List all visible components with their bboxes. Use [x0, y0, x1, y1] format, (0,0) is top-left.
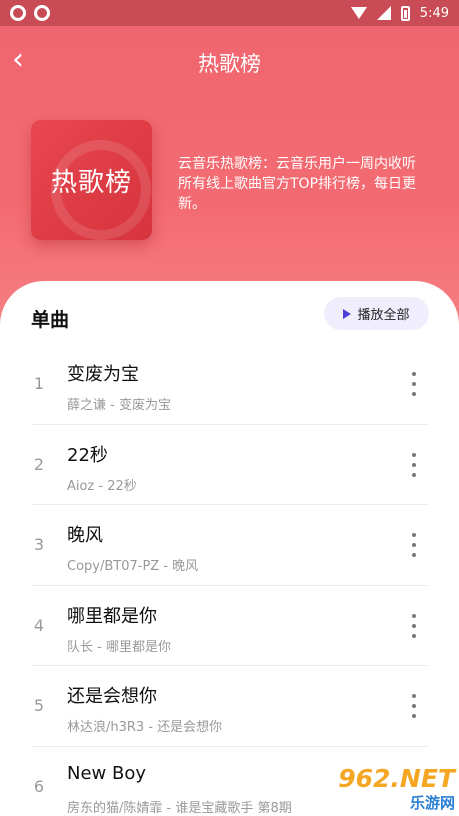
- song-artist: 队长 - 哪里都是你: [67, 639, 171, 655]
- watermark-bottom: 乐游网: [409, 794, 455, 812]
- song-title: 晚风: [67, 525, 103, 546]
- wifi-icon: [350, 7, 367, 19]
- song-row[interactable]: 2 22秒 Aioz - 22秒: [0, 425, 459, 506]
- song-rank: 3: [33, 535, 45, 554]
- cover-text: 热歌榜: [50, 167, 132, 198]
- song-artist: 林达浪/h3R3 - 还是会想你: [67, 720, 223, 735]
- song-title: 哪里都是你: [67, 605, 157, 627]
- watermark-top: 962.NET: [338, 764, 455, 793]
- song-row[interactable]: 3 晚风 Copy/BT07-PZ - 晚风: [0, 505, 459, 586]
- play-all-button[interactable]: 播放全部: [324, 297, 429, 330]
- song-artist: Copy/BT07-PZ - 晚风: [67, 559, 199, 574]
- song-rank: 5: [33, 696, 45, 715]
- more-icon[interactable]: [406, 613, 422, 638]
- play-all-label: 播放全部: [357, 308, 410, 323]
- playlist-description: 云音乐热歌榜：云音乐用户一周内收听所有线上歌曲官方TOP排行榜，每日更新。: [178, 156, 417, 212]
- song-title: 22秒: [67, 444, 108, 466]
- song-rank: 4: [33, 615, 45, 635]
- status-time: 5:49: [419, 5, 449, 21]
- song-panel: 单曲 播放全部 1 变废为宝 薛之谦 - 变废为宝 2 22秒 Aioz - 2…: [0, 281, 459, 816]
- song-list: 1 变废为宝 薛之谦 - 变废为宝 2 22秒 Aioz - 22秒 3 晚风 …: [0, 344, 459, 816]
- notification-icon: [10, 5, 26, 21]
- song-row[interactable]: 5 还是会想你 林达浪/h3R3 - 还是会想你: [0, 666, 459, 747]
- page-title: 热歌榜: [198, 52, 261, 76]
- song-title: New Boy: [67, 762, 146, 784]
- song-title: 还是会想你: [67, 686, 157, 707]
- more-icon[interactable]: [406, 372, 422, 396]
- song-rank: 2: [33, 454, 45, 474]
- song-row[interactable]: 4 哪里都是你 队长 - 哪里都是你: [0, 586, 459, 667]
- play-icon: [343, 308, 352, 319]
- more-icon[interactable]: [406, 533, 422, 557]
- song-rank: 1: [33, 374, 45, 393]
- song-rank: 6: [33, 776, 45, 796]
- battery-icon: [400, 5, 410, 21]
- notification-icon: [34, 5, 50, 21]
- signal-icon: [376, 6, 391, 20]
- status-bar: 5:49: [0, 0, 459, 26]
- watermark-logo: 962.NET 乐游网: [305, 764, 455, 812]
- song-row[interactable]: 1 变废为宝 薛之谦 - 变废为宝: [0, 344, 459, 425]
- song-artist: 薛之谦 - 变废为宝: [67, 398, 171, 413]
- song-artist: Aioz - 22秒: [67, 478, 137, 494]
- section-title: 单曲: [31, 309, 70, 331]
- more-icon[interactable]: [406, 694, 422, 718]
- playlist-cover: 热歌榜: [31, 120, 152, 240]
- song-title: 变废为宝: [67, 364, 139, 385]
- song-artist: 房东的猫/陈婧霏 - 谁是宝藏歌手 第8期: [67, 800, 292, 816]
- more-icon[interactable]: [406, 452, 422, 477]
